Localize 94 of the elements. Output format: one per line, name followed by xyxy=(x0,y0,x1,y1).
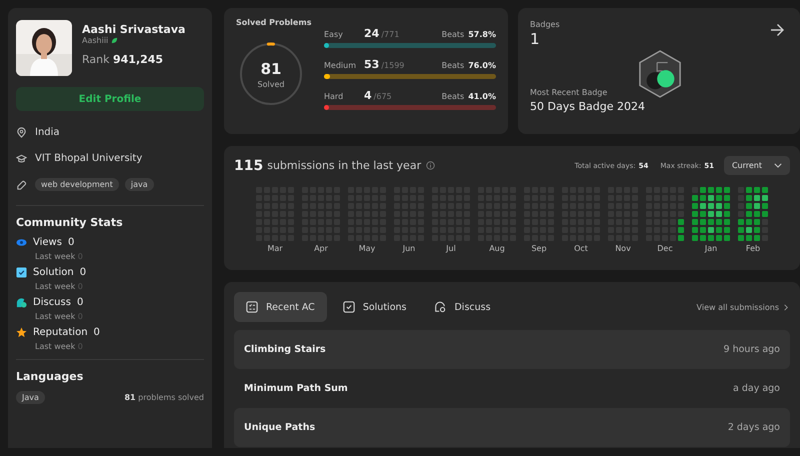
arrow-right-icon[interactable] xyxy=(770,23,784,37)
tab[interactable]: Solutions xyxy=(330,292,418,322)
stat-value: 0 xyxy=(80,267,86,278)
card-title: Solved Problems xyxy=(236,18,312,27)
tab[interactable]: Recent AC xyxy=(234,292,327,322)
month-label: Feb xyxy=(746,244,760,253)
difficulty-solved: 53 xyxy=(364,58,380,71)
language-count: 81 problems solved xyxy=(124,393,204,402)
beats-value: 41.0% xyxy=(468,92,496,101)
beats-value: 57.8% xyxy=(468,30,496,39)
month-label: Jan xyxy=(704,244,718,253)
difficulty-solved: 24 xyxy=(364,27,380,40)
stat-period: Last week xyxy=(35,282,76,291)
submission-row[interactable]: Climbing Stairs 9 hours ago xyxy=(234,330,790,369)
submission-row[interactable]: Unique Paths 2 days ago xyxy=(234,408,790,447)
difficulty-solved: 4 xyxy=(364,89,372,102)
checkbox-icon xyxy=(342,301,355,313)
solved-count: 81 xyxy=(260,60,282,78)
stat-value: 0 xyxy=(76,297,84,308)
beats-label: Beats xyxy=(442,61,464,70)
month-label: Nov xyxy=(615,244,631,253)
difficulty-total: /1599 xyxy=(381,61,406,70)
month-label: Aug xyxy=(489,244,505,253)
stat-period: Last week xyxy=(35,252,76,261)
calendar-drawing xyxy=(738,187,768,241)
rank-label: Rank xyxy=(82,53,110,66)
difficulty-label: Hard xyxy=(324,92,344,101)
month-label: Sep xyxy=(531,244,547,253)
month-label: Jul xyxy=(446,244,456,253)
checklist-icon xyxy=(246,301,258,313)
card-title: Badges xyxy=(530,20,560,29)
user-name: Aashi Srivastava xyxy=(82,23,186,36)
edit-profile-button[interactable]: Edit Profile xyxy=(16,87,204,111)
month-label: Jun xyxy=(402,244,416,253)
problem-title: Climbing Stairs xyxy=(244,344,326,355)
rank-value: 941,245 xyxy=(112,53,164,66)
month-label: Dec xyxy=(657,244,673,253)
beats-value: 76.0% xyxy=(468,61,496,70)
graduation-cap-icon xyxy=(16,152,27,164)
tag-icon xyxy=(16,178,27,190)
eye-icon xyxy=(16,237,27,248)
star-icon xyxy=(16,327,27,338)
recent-badge-name: 50 Days Badge 2024 xyxy=(530,100,646,113)
location-icon xyxy=(16,126,27,138)
difficulty-total: /771 xyxy=(381,30,400,39)
problem-title: Unique Paths xyxy=(244,422,316,433)
difficulty-label: Easy xyxy=(324,30,344,39)
submission-time: 2 days ago xyxy=(728,422,780,433)
submission-time: a day ago xyxy=(733,383,780,394)
badge-icon xyxy=(638,50,682,98)
stat-label: Reputation xyxy=(33,327,88,338)
leaf-icon xyxy=(111,37,118,44)
stat-value: 0 xyxy=(68,237,74,248)
recent-badge-label: Most Recent Badge xyxy=(530,88,608,97)
section-title: Community Stats xyxy=(16,216,124,229)
submission-time: 9 hours ago xyxy=(724,344,780,355)
stat-label: Discuss xyxy=(33,297,71,308)
username: Aashiii xyxy=(82,36,108,45)
stat-value: 0 xyxy=(94,327,100,338)
badge-count: 1 xyxy=(530,30,541,48)
difficulty-label: Medium xyxy=(324,61,357,70)
problem-title: Minimum Path Sum xyxy=(244,383,348,394)
month-label: Mar xyxy=(267,244,283,253)
submission-row[interactable]: Minimum Path Sum a day ago xyxy=(234,369,790,408)
stat-label: Solution xyxy=(33,267,74,278)
calendar-drawing xyxy=(692,187,730,241)
month-label: Oct xyxy=(574,244,588,253)
difficulty-total: /675 xyxy=(374,92,393,101)
info-icon[interactable] xyxy=(426,161,436,170)
chat-search-icon xyxy=(434,301,446,313)
year-dropdown[interactable]: Current xyxy=(724,156,790,175)
skill-tag[interactable]: java xyxy=(124,178,154,190)
submission-count: 115 xyxy=(234,158,264,174)
beats-label: Beats xyxy=(442,30,464,39)
calendar-drawing xyxy=(646,187,684,241)
skill-tag[interactable]: web development xyxy=(35,178,119,190)
submission-text: submissions in the last year xyxy=(267,159,422,172)
stat-label: Views xyxy=(33,237,62,248)
chevron-right-icon xyxy=(784,304,788,310)
section-title: Languages xyxy=(16,370,84,383)
stat-period: Last week xyxy=(35,312,76,321)
school-text: VIT Bhopal University xyxy=(35,152,142,164)
language-tag: Java xyxy=(16,391,45,404)
month-label: Apr xyxy=(314,244,328,253)
chat-bubble-icon xyxy=(16,297,27,308)
tab[interactable]: Discuss xyxy=(422,292,503,322)
checkbox-icon xyxy=(16,267,27,278)
beats-label: Beats xyxy=(442,92,464,101)
view-all-link[interactable]: View all submissions xyxy=(696,302,788,312)
solved-caption: Solved xyxy=(258,80,284,88)
chevron-down-icon xyxy=(774,163,782,168)
location-text: India xyxy=(35,126,60,138)
stat-period: Last week xyxy=(35,342,76,351)
month-label: May xyxy=(358,244,376,253)
